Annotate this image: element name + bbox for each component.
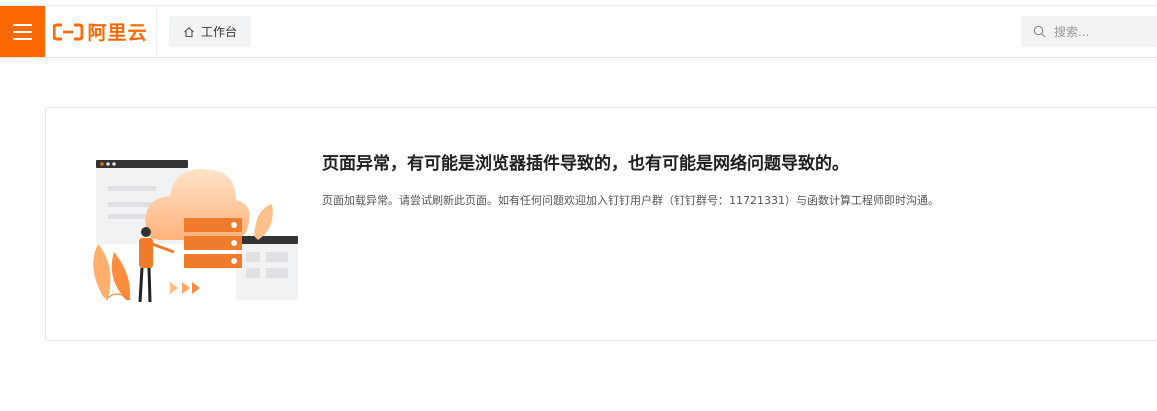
error-description: 页面加载异常。请尝试刷新此页面。如有任何问题欢迎加入钉钉用户群（钉钉群号：117… [322,194,939,207]
search-input[interactable] [1052,23,1146,40]
logo-text: 阿里云 [87,22,148,44]
error-illustration [93,160,298,303]
menu-line [13,30,32,33]
top-navigation-bar: 阿里云 工作台 [0,6,1157,58]
menu-line [13,37,32,40]
menu-line [13,23,32,26]
workbench-button[interactable]: 工作台 [169,16,251,47]
hamburger-menu-button[interactable] [0,6,45,57]
error-card: 页面异常，有可能是浏览器插件导致的，也有可能是网络问题导致的。 页面加载异常。请… [45,107,1157,341]
aliyun-bracket-icon [53,23,84,40]
error-title: 页面异常，有可能是浏览器插件导致的，也有可能是网络问题导致的。 [322,154,849,174]
aliyun-logo[interactable]: 阿里云 [45,6,157,57]
home-icon [184,26,194,37]
search-box[interactable] [1021,16,1157,47]
search-icon [1033,25,1046,38]
workbench-label: 工作台 [200,25,237,39]
